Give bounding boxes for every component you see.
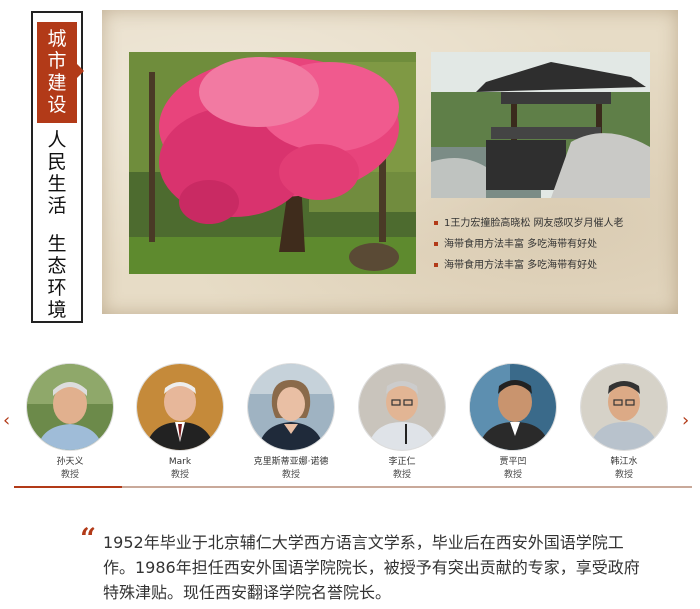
tab-char: 设 bbox=[47, 94, 67, 116]
person-name: 克里斯蒂亚娜·诺德 bbox=[253, 457, 329, 467]
carousel-next-arrow[interactable]: › bbox=[682, 412, 689, 430]
content-panel: 1王力宏撞脸高晓松 网友感叹岁月催人老 海带食用方法丰富 多吃海带有好处 海带食… bbox=[102, 10, 678, 314]
person-name: 李正仁 bbox=[388, 457, 416, 467]
person-title: 教授 bbox=[60, 470, 79, 480]
tab-char: 市 bbox=[47, 50, 67, 72]
tab-people-life[interactable]: 人 民 生 活 bbox=[37, 123, 77, 225]
person-card[interactable]: 克里斯蒂亚娜·诺德 教授 bbox=[247, 364, 335, 482]
tab-char: 城 bbox=[47, 28, 67, 50]
tab-char: 活 bbox=[47, 195, 67, 217]
avatar bbox=[359, 364, 445, 450]
blossom-tree-photo[interactable] bbox=[129, 52, 416, 274]
news-list: 1王力宏撞脸高晓松 网友感叹岁月催人老 海带食用方法丰富 多吃海带有好处 海带食… bbox=[432, 213, 672, 276]
news-item[interactable]: 1王力宏撞脸高晓松 网友感叹岁月催人老 bbox=[432, 213, 672, 234]
person-card[interactable]: 贾平凹 教授 bbox=[469, 364, 557, 482]
person-card[interactable]: 孙天义 教授 bbox=[26, 364, 114, 482]
news-item[interactable]: 海带食用方法丰富 多吃海带有好处 bbox=[432, 234, 672, 255]
avatar bbox=[581, 364, 667, 450]
person-title: 教授 bbox=[170, 470, 189, 480]
person-title: 教授 bbox=[503, 470, 522, 480]
carousel-active-indicator bbox=[14, 486, 122, 488]
person-name: 韩江水 bbox=[610, 457, 638, 467]
tab-char: 态 bbox=[47, 255, 67, 277]
avatar bbox=[137, 364, 223, 450]
news-item[interactable]: 海带食用方法丰富 多吃海带有好处 bbox=[432, 255, 672, 276]
person-name: 贾平凹 bbox=[499, 457, 527, 467]
tab-city-construction[interactable]: 城 市 建 设 bbox=[37, 22, 84, 123]
tab-ecology[interactable]: 生 态 环 境 bbox=[37, 225, 77, 321]
tab-char: 生 bbox=[47, 173, 67, 195]
avatar bbox=[27, 364, 113, 450]
tab-char: 民 bbox=[47, 151, 67, 173]
pavilion-photo[interactable] bbox=[431, 52, 650, 198]
person-card[interactable]: 韩江水 教授 bbox=[580, 364, 668, 482]
person-card[interactable]: 李正仁 教授 bbox=[358, 364, 446, 482]
person-title: 教授 bbox=[392, 470, 411, 480]
tab-char: 环 bbox=[47, 277, 67, 299]
avatar bbox=[470, 364, 556, 450]
person-card[interactable]: Mark 教授 bbox=[136, 364, 224, 482]
person-title: 教授 bbox=[281, 470, 300, 480]
person-title: 教授 bbox=[614, 470, 633, 480]
carousel-prev-arrow[interactable]: ‹ bbox=[3, 412, 10, 430]
tab-char: 人 bbox=[47, 129, 67, 151]
person-bio: 1952年毕业于北京辅仁大学西方语言文学系，毕业后在西安外国语学院工作。1986… bbox=[103, 533, 640, 602]
category-tabs: 城 市 建 设 人 民 生 活 生 态 环 境 bbox=[31, 11, 84, 323]
person-name: Mark bbox=[168, 457, 192, 467]
avatar bbox=[248, 364, 334, 450]
quote-icon: “ bbox=[80, 522, 97, 555]
tab-char: 境 bbox=[47, 299, 67, 321]
tab-char: 建 bbox=[47, 72, 67, 94]
person-name: 孙天义 bbox=[56, 457, 84, 467]
tab-char: 生 bbox=[47, 233, 67, 255]
